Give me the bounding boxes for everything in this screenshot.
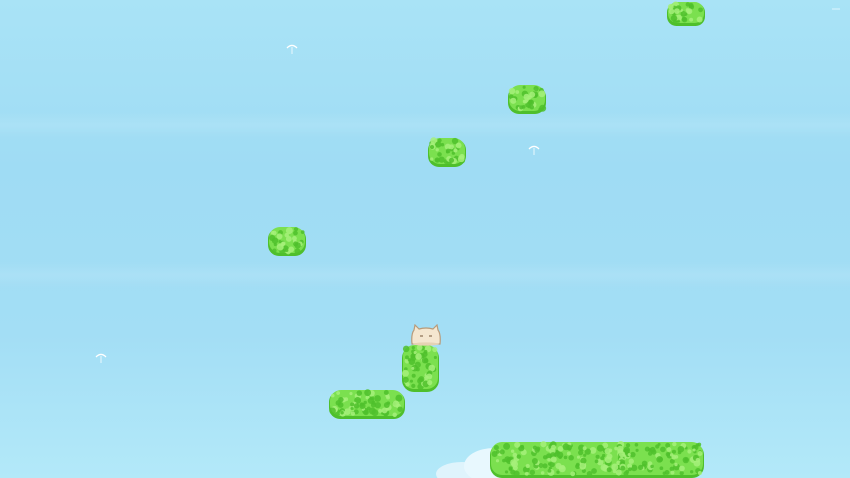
bush-platform (427, 136, 467, 169)
dandelion-seed-icon (285, 43, 299, 55)
corner-indicator (832, 8, 840, 10)
bush-platform-tall (401, 343, 440, 394)
bush-platform-top (666, 0, 706, 28)
game-viewport[interactable] (0, 0, 850, 478)
dandelion-seed-icon (94, 352, 108, 364)
bush-platform-wide (328, 388, 406, 421)
bush-ground (489, 440, 705, 478)
dandelion-seed-icon (527, 144, 541, 156)
bush-platform (267, 225, 307, 258)
player-cat-icon (408, 324, 444, 346)
bush-platform (507, 83, 547, 116)
sky-haze (0, 262, 850, 288)
sky-haze (0, 112, 850, 138)
